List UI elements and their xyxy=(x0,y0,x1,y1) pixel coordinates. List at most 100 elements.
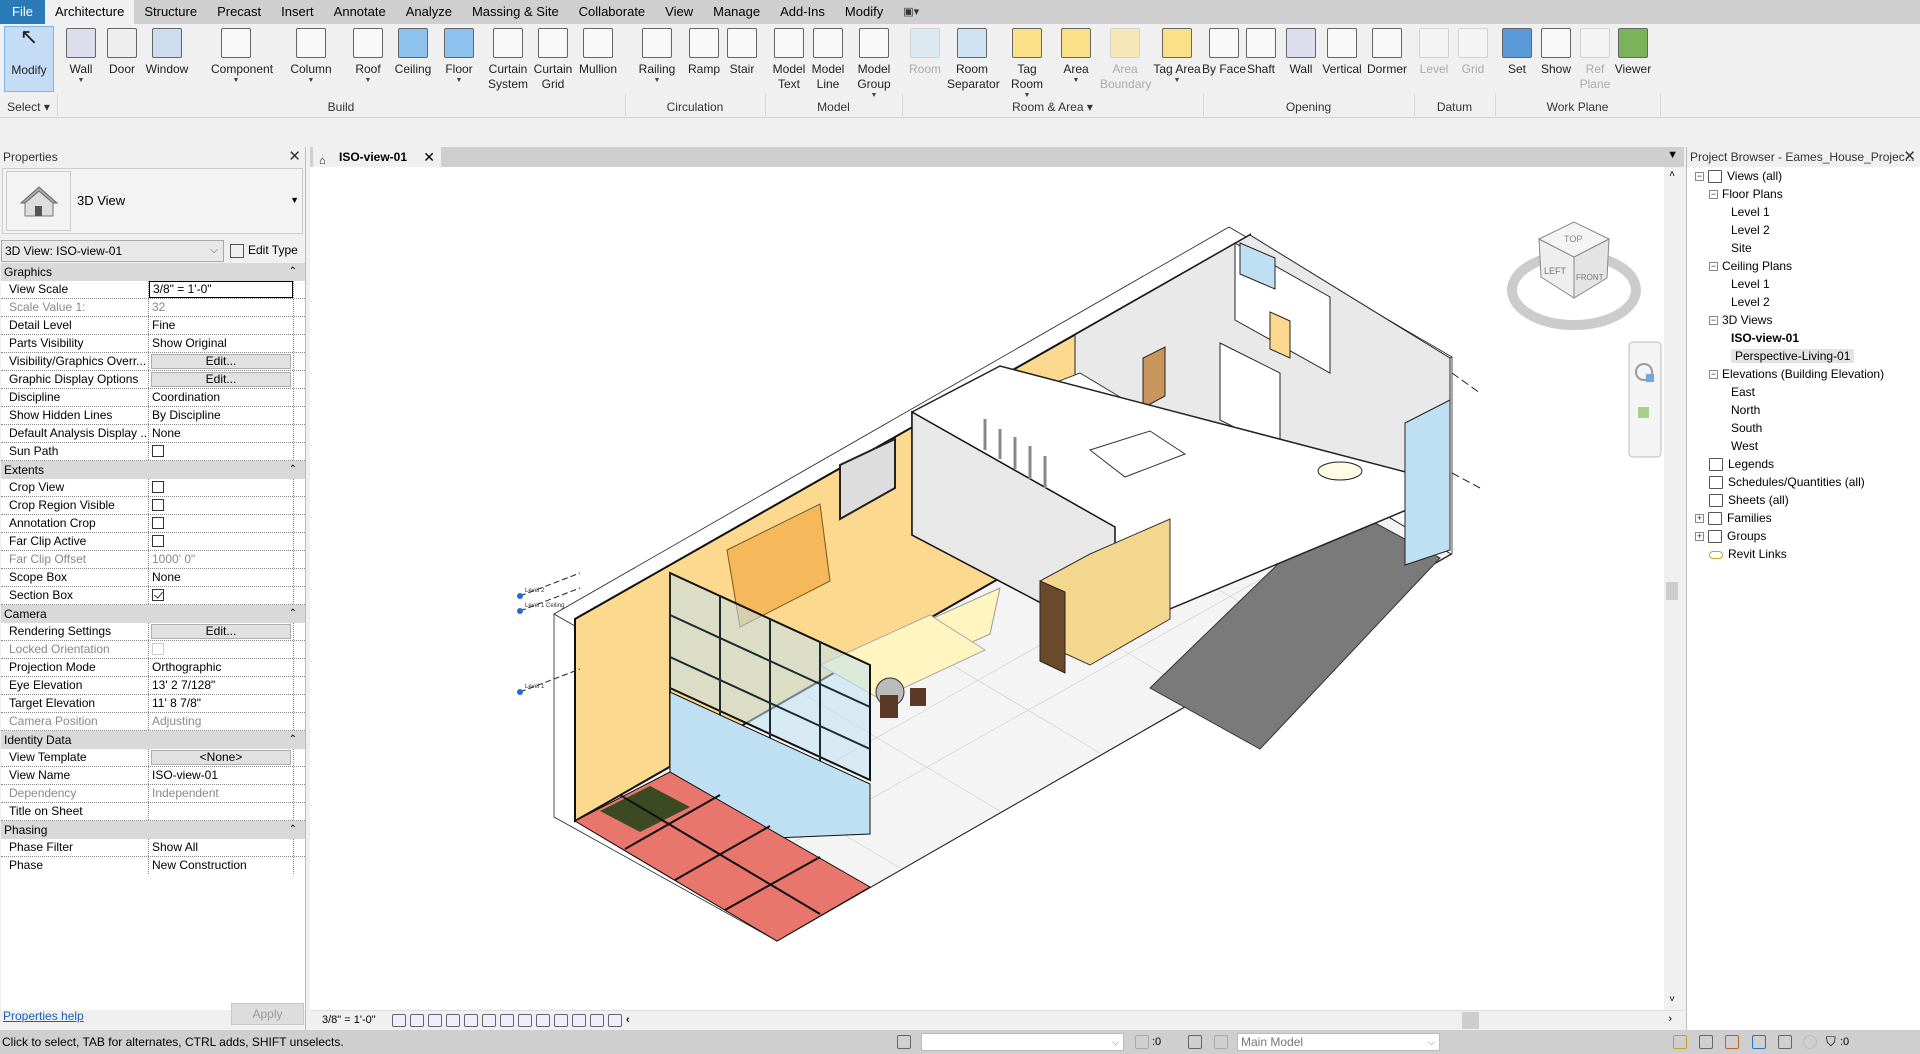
background-processes-icon[interactable] xyxy=(1803,1035,1817,1049)
collapse-icon[interactable]: ⌃ xyxy=(289,461,297,479)
ribbon-button-room-separator[interactable]: Room Separator xyxy=(947,26,1000,92)
view-tab-iso-view-01[interactable]: ⌂ ISO-view-01 ✕ xyxy=(313,147,441,167)
ribbon-button-room[interactable]: Room xyxy=(900,26,950,77)
design-option-select[interactable]: Main Model ⌵ xyxy=(1237,1033,1440,1051)
tab-insert[interactable]: Insert xyxy=(271,0,324,24)
section-camera[interactable]: Camera ⌃ xyxy=(1,605,305,623)
collapse-icon[interactable]: − xyxy=(1709,316,1718,326)
tab-massing-site[interactable]: Massing & Site xyxy=(462,0,569,24)
select-by-face-icon[interactable] xyxy=(1752,1035,1766,1049)
tree-item-south[interactable]: South xyxy=(1731,419,1762,437)
collapse-icon[interactable]: − xyxy=(1709,262,1718,272)
temporary-hide-icon[interactable] xyxy=(536,1014,550,1027)
property-value[interactable]: Edit... xyxy=(149,623,293,640)
checkbox[interactable] xyxy=(152,498,164,511)
checkbox[interactable] xyxy=(152,480,164,493)
viewcube-front[interactable]: FRONT xyxy=(1576,273,1604,282)
tree-item-east[interactable]: East xyxy=(1731,383,1755,401)
scrollbar-thumb[interactable] xyxy=(1666,582,1678,600)
tab-collaborate[interactable]: Collaborate xyxy=(569,0,656,24)
visual-style-icon[interactable] xyxy=(410,1014,424,1027)
editing-requests-icon[interactable] xyxy=(1135,1035,1149,1049)
ribbon-button-area[interactable]: Area ▼ xyxy=(1051,26,1101,85)
ribbon-button-ceiling[interactable]: Ceiling xyxy=(388,26,438,77)
viewcube-top[interactable]: TOP xyxy=(1564,234,1582,244)
viewcube-left[interactable]: LEFT xyxy=(1544,266,1567,276)
type-selector[interactable]: 3D View ▼ xyxy=(2,168,303,234)
contextual-tab-toggle-icon[interactable]: ▣▾ xyxy=(893,0,929,24)
view-scale-control[interactable]: 3/8" = 1'-0" xyxy=(322,1014,376,1026)
tab-annotate[interactable]: Annotate xyxy=(324,0,396,24)
tab-add-ins[interactable]: Add-Ins xyxy=(770,0,835,24)
property-value[interactable]: None xyxy=(149,569,293,586)
viewcube[interactable]: TOP LEFT FRONT xyxy=(1507,221,1641,330)
analytical-model-icon[interactable] xyxy=(608,1014,622,1027)
tree-item-level-1[interactable]: Level 1 xyxy=(1731,275,1770,293)
lock-view-icon[interactable] xyxy=(518,1014,532,1027)
property-value[interactable]: Show Original xyxy=(149,335,293,352)
chevron-down-icon[interactable]: ▾ xyxy=(1084,100,1093,114)
collapse-icon[interactable]: ⌃ xyxy=(289,731,297,749)
expand-icon[interactable]: + xyxy=(1695,514,1704,524)
tab-precast[interactable]: Precast xyxy=(207,0,271,24)
collapse-icon[interactable]: ⌃ xyxy=(289,263,297,281)
ribbon-button-window[interactable]: Window xyxy=(142,26,192,77)
ribbon-button-column[interactable]: Column ▼ xyxy=(286,26,336,85)
ribbon-button-tag-area[interactable]: Tag Area ▼ xyxy=(1152,26,1202,85)
close-icon[interactable]: ✕ xyxy=(1903,147,1916,167)
property-value[interactable] xyxy=(149,533,293,550)
property-value[interactable]: By Discipline xyxy=(149,407,293,424)
detail-level-icon[interactable] xyxy=(392,1014,406,1027)
property-value[interactable]: 13' 2 7/128" xyxy=(149,677,293,694)
horizontal-scrollbar[interactable]: › xyxy=(662,1012,1672,1030)
property-value[interactable]: Fine xyxy=(149,317,293,334)
scrollbar-thumb[interactable] xyxy=(1462,1012,1479,1029)
property-value[interactable]: <None> xyxy=(149,749,293,766)
select-links-icon[interactable] xyxy=(1673,1035,1687,1049)
collapse-icon[interactable]: − xyxy=(1695,172,1704,182)
ribbon-button-tag-room[interactable]: Tag Room ▼ xyxy=(1002,26,1052,100)
ribbon-panel-room-area[interactable]: Room & Area ▾ xyxy=(902,100,1203,114)
tree-item-groups[interactable]: + Groups xyxy=(1695,527,1766,545)
shadows-icon[interactable] xyxy=(446,1014,460,1027)
temporary-view-properties-icon[interactable] xyxy=(572,1014,586,1027)
ribbon-button-model-line[interactable]: Model Line xyxy=(803,26,853,92)
property-value[interactable] xyxy=(149,497,293,514)
show-crop-icon[interactable] xyxy=(500,1014,514,1027)
edit-button[interactable]: Edit... xyxy=(151,372,291,387)
property-value[interactable] xyxy=(149,587,293,604)
property-value[interactable]: Orthographic xyxy=(149,659,293,676)
ribbon-button-model-group[interactable]: Model Group ▼ xyxy=(849,26,899,100)
property-value[interactable]: Coordination xyxy=(149,389,293,406)
tree-item-level-2[interactable]: Level 2 xyxy=(1731,293,1770,311)
ribbon-button-mullion[interactable]: Mullion xyxy=(573,26,623,77)
filter-icon[interactable]: ⛉ xyxy=(1826,1030,1836,1054)
tree-item-site[interactable]: Site xyxy=(1731,239,1752,257)
checkbox[interactable] xyxy=(152,516,164,529)
tree-item-floor-plans[interactable]: − Floor Plans xyxy=(1709,185,1783,203)
tab-modify[interactable]: Modify xyxy=(835,0,893,24)
apply-button[interactable]: Apply xyxy=(231,1003,304,1025)
ribbon-button-door[interactable]: Door xyxy=(97,26,147,77)
property-value[interactable] xyxy=(149,515,293,532)
tab-file[interactable]: File xyxy=(0,0,45,24)
checkbox[interactable] xyxy=(152,444,164,457)
ribbon-button-curtain-system[interactable]: Curtain System xyxy=(483,26,533,92)
tab-menu-icon[interactable]: ▼ xyxy=(1667,149,1678,161)
ribbon-button-floor[interactable]: Floor ▼ xyxy=(434,26,484,85)
property-value[interactable] xyxy=(149,803,293,820)
3d-model-view[interactable]: Level 2 Level 1 Ceiling Level 1 TOP LEFT… xyxy=(310,167,1664,1010)
ribbon-button-viewer[interactable]: Viewer xyxy=(1608,26,1658,77)
exclude-options-icon[interactable] xyxy=(1214,1035,1228,1049)
tree-item-level-1[interactable]: Level 1 xyxy=(1731,203,1770,221)
select-pinned-icon[interactable] xyxy=(1725,1035,1739,1049)
close-icon[interactable]: ✕ xyxy=(288,147,301,167)
ribbon-panel-select[interactable]: Select ▾ xyxy=(0,100,57,114)
tree-item-iso-view-01[interactable]: ISO-view-01 xyxy=(1731,329,1799,347)
worksets-icon[interactable] xyxy=(897,1035,911,1049)
drawing-canvas[interactable]: Level 2 Level 1 Ceiling Level 1 TOP LEFT… xyxy=(310,167,1664,1010)
property-value[interactable] xyxy=(149,443,293,460)
tab-analyze[interactable]: Analyze xyxy=(396,0,462,24)
navigation-bar[interactable] xyxy=(1628,341,1662,458)
property-value[interactable]: Edit... xyxy=(149,371,293,388)
